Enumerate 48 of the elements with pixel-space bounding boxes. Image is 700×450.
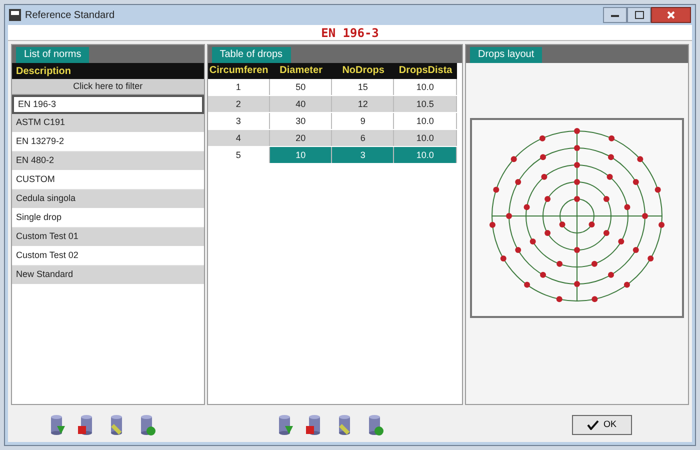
norm-list-item[interactable]: EN 196-3	[12, 95, 204, 114]
minimize-button[interactable]	[603, 7, 627, 23]
table-cell: 15	[332, 79, 394, 95]
norm-list-item[interactable]: EN 480-2	[12, 152, 204, 171]
norm-list-item[interactable]: New Standard	[12, 266, 204, 285]
window-title: Reference Standard	[25, 8, 115, 22]
table-cell: 6	[332, 130, 394, 146]
app-icon	[9, 9, 21, 21]
database-arrow-icon[interactable]	[276, 414, 294, 436]
norm-list-item[interactable]: ASTM C191	[12, 114, 204, 133]
table-cell: 9	[332, 113, 394, 129]
table-cell: 10.0	[394, 79, 457, 95]
filter-button[interactable]: Click here to filter	[12, 79, 204, 95]
database-arrow-icon[interactable]	[48, 414, 66, 436]
table-cell: 2	[208, 96, 270, 112]
table-cell: 12	[332, 96, 394, 112]
column-header: Diameter	[278, 64, 324, 78]
table-cell: 10.0	[394, 130, 457, 146]
table-cell: 4	[208, 130, 270, 146]
drops-table-row[interactable]: 2 40 12 10.5	[208, 96, 457, 113]
check-icon	[587, 420, 600, 430]
drops-table-row[interactable]: 4 20 6 10.0	[208, 130, 457, 147]
table-cell: 50	[270, 79, 332, 95]
column-header: Description	[16, 64, 72, 78]
close-button[interactable]	[651, 7, 691, 23]
database-dot-icon[interactable]	[366, 414, 384, 436]
table-cell: 3	[332, 147, 394, 163]
table-cell: 3	[208, 113, 270, 129]
maximize-button[interactable]	[627, 7, 651, 23]
column-header: DropsDista	[398, 64, 454, 78]
maximize-icon	[634, 11, 644, 19]
database-dot-icon[interactable]	[138, 414, 156, 436]
standard-heading: EN 196-3	[321, 24, 379, 42]
minimize-icon	[611, 14, 619, 16]
ok-button[interactable]: OK	[572, 415, 632, 435]
norm-list-item[interactable]: Cedula singola	[12, 190, 204, 209]
table-cell: 10.5	[394, 96, 457, 112]
table-cell: 10	[270, 147, 332, 163]
table-cell: 10.0	[394, 113, 457, 129]
table-cell: 40	[270, 96, 332, 112]
table-cell: 20	[270, 130, 332, 146]
close-icon	[667, 11, 675, 19]
norm-list-item[interactable]: Custom Test 01	[12, 228, 204, 247]
column-header: NoDrops	[341, 64, 386, 78]
table-cell: 10.0	[394, 147, 457, 163]
table-cell: 30	[270, 113, 332, 129]
table-cell: 1	[208, 79, 270, 95]
column-header: Circumferen	[208, 64, 270, 78]
